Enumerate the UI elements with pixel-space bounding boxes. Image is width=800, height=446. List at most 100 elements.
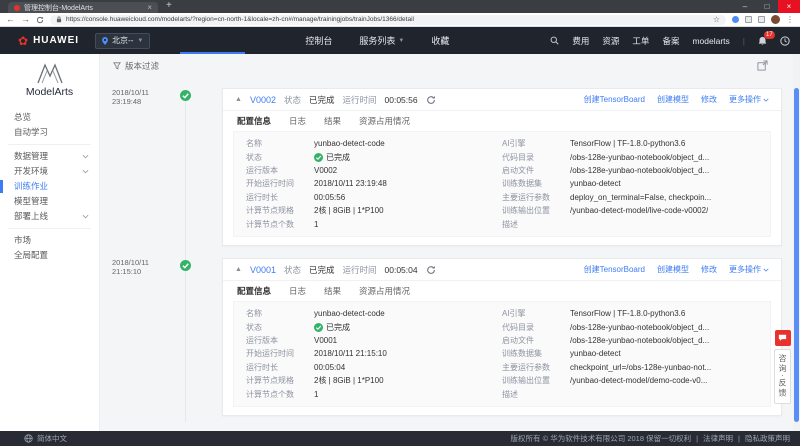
tab-0[interactable]: 配置信息 [237,115,271,127]
maximize-icon[interactable]: □ [756,0,778,13]
version-filter-label: 版本过滤 [125,61,160,71]
detail-row: 运行时长 00:05:04 [246,361,502,374]
chat-icon[interactable] [774,330,791,346]
tab-3[interactable]: 资源占用情况 [359,115,410,127]
main-content: 版本过滤 2018/10/11 23:19:48 2018/10/11 21:15:1… [100,54,800,431]
action-0[interactable]: 创建TensorBoard [584,264,645,275]
sidebar-item-label: 训练作业 [14,181,49,191]
sidebar-item-5[interactable]: 模型管理 [0,194,99,209]
page-body: ModelArts 总览 自动学习 数据管理 开发环境 训练作业 模型管理 部署上线 市场 全局… [0,54,800,431]
extension-icon[interactable] [732,16,739,23]
action-0[interactable]: 创建TensorBoard [584,94,645,105]
detail-value: 2核 | 8GiB | 1*P100 [314,206,384,216]
reload-icon[interactable] [36,16,44,24]
notifications[interactable]: 17 [758,30,775,46]
star-icon[interactable]: ☆ [713,15,720,24]
divider: | [738,434,740,443]
collapse-caret-icon[interactable]: ▲ [235,266,242,273]
footer-right: 版权所有 © 华为软件技术有限公司 2018 保留一切权利 | 法律声明 | 隐… [511,433,790,444]
nav-tickets[interactable]: 工单 [632,35,649,47]
sidebar-item-7[interactable]: 市场 [0,233,99,248]
nav-favorites[interactable]: 收藏 [431,34,449,47]
feedback-tab[interactable]: 咨询·反馈 [774,349,791,404]
privacy-link[interactable]: 隐私政策声明 [745,433,790,444]
version-link[interactable]: V0001 [250,265,276,275]
detail-label: 开始运行时间 [246,349,294,359]
panel-col-right: AI引擎 TensorFlow | TF-1.8.0-python3.6 代码目录 /… [502,137,758,231]
sidebar-item-2[interactable]: 数据管理 [0,149,99,164]
sidebar-item-4[interactable]: 训练作业 [0,179,99,194]
nav-modelarts[interactable]: modelarts [692,36,729,46]
detail-label: 状态 [246,152,262,162]
action-1[interactable]: 创建模型 [657,264,689,275]
detail-value: 2018/10/11 21:15:10 [314,349,387,359]
close-icon[interactable]: × [778,0,800,13]
tab-2[interactable]: 结果 [324,285,341,297]
sidebar-item-8[interactable]: 全局配置 [0,248,99,263]
extension-icon[interactable] [758,16,765,23]
divider: | [696,434,699,443]
nav-service-list[interactable]: 服务列表 ▼ [359,34,404,47]
browser-menu-icon[interactable]: ⋮ [786,15,794,24]
legal-link[interactable]: 法律声明 [703,433,733,444]
detail-value: V0001 [314,335,338,345]
nav-icp[interactable]: 备案 [662,35,679,47]
tab-0[interactable]: 配置信息 [237,285,271,297]
detail-value: 已完成 [314,152,350,163]
notification-badge: 17 [764,30,775,39]
clock-icon[interactable] [780,35,790,46]
version-link[interactable]: V0002 [250,95,276,105]
card-actions: 创建TensorBoard 创建模型 修改 更多操作 [584,94,769,105]
feedback-widget[interactable]: 咨询·反馈 [774,330,791,404]
action-2[interactable]: 修改 [701,264,717,275]
scrollbar[interactable] [793,54,800,431]
scrollbar-thumb[interactable] [794,88,799,422]
modelarts-logo-icon [36,63,63,84]
tab-close-icon[interactable]: × [147,3,152,12]
detail-value: /yunbao-detect-model/demo-code-v0... [570,376,708,386]
collapse-caret-icon[interactable]: ▲ [235,96,242,103]
browser-tab[interactable]: 管理控制台-ModelArts × [8,2,158,13]
config-panel: 名称 yunbao-detect-code 状态 已完成 运行版本 V0001 开始运行时间… [233,301,771,407]
sidebar-item-0[interactable]: 总览 [0,110,99,125]
extension-icon[interactable] [745,16,752,23]
search-icon[interactable] [550,36,559,45]
detail-label: 代码目录 [502,322,534,332]
detail-row: 计算节点个数 1 [246,387,502,400]
minimize-icon[interactable]: – [734,0,756,13]
check-icon [314,152,323,162]
region-selector[interactable]: 北京-- ▼ [95,32,151,49]
refresh-icon[interactable] [426,95,436,105]
nav-billing[interactable]: 费用 [572,35,589,47]
tab-1[interactable]: 日志 [289,115,306,127]
window-controls: – □ × [734,0,800,13]
detail-row: AI引擎 TensorFlow | TF-1.8.0-python3.6 [502,137,758,150]
tab-1[interactable]: 日志 [289,285,306,297]
language-selector[interactable]: 简体中文 [24,433,67,444]
sidebar-item-6[interactable]: 部署上线 [0,209,99,224]
tab-3[interactable]: 资源占用情况 [359,285,410,297]
action-3[interactable]: 更多操作 [729,264,769,275]
status-label: 状态 [283,264,301,275]
detail-label: 名称 [246,309,262,319]
url-bar[interactable]: https://console.huaweicloud.com/modelart… [50,14,726,25]
chevron-down-icon [82,169,89,174]
new-tab-icon[interactable]: + [158,0,180,13]
forward-icon[interactable]: → [21,15,30,24]
detail-label: 训练输出位置 [502,376,550,386]
action-1[interactable]: 创建模型 [657,94,689,105]
sidebar-item-1[interactable]: 自动学习 [0,125,99,140]
huawei-logo[interactable]: ✿ HUAWEI [18,35,79,47]
nav-console[interactable]: 控制台 [305,34,332,47]
back-icon[interactable]: ← [6,15,15,24]
nav-resources[interactable]: 资源 [602,35,619,47]
chevron-down-icon [82,154,89,159]
browser-avatar[interactable] [771,15,780,24]
refresh-icon[interactable] [426,265,436,275]
action-2[interactable]: 修改 [701,94,717,105]
sidebar-item-3[interactable]: 开发环境 [0,164,99,179]
expand-icon[interactable] [757,60,768,71]
tab-2[interactable]: 结果 [324,115,341,127]
version-filter[interactable]: 版本过滤 [113,60,159,72]
action-3[interactable]: 更多操作 [729,94,769,105]
